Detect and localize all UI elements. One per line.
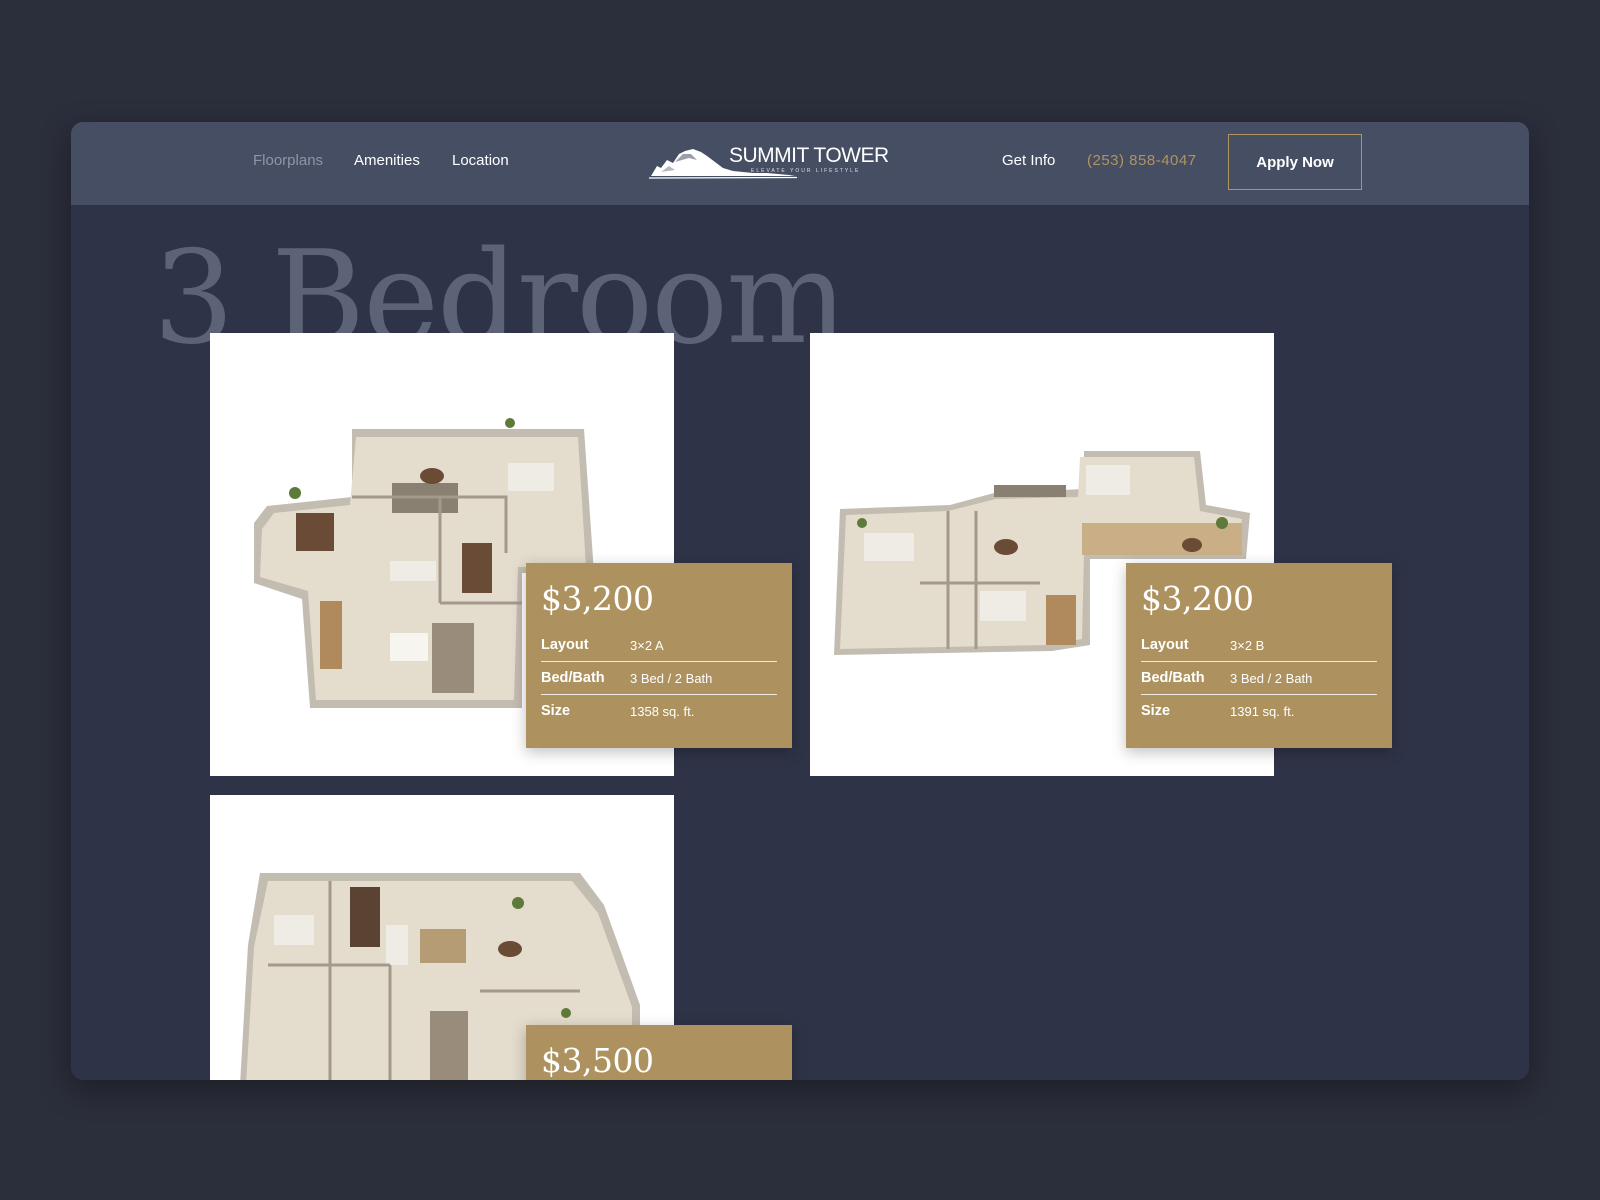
- brand-name: SUMMIT TOWER: [729, 144, 889, 167]
- size-row: Size 1358 sq. ft.: [541, 694, 777, 727]
- price: $3,500: [541, 1041, 654, 1080]
- size-row: Size 1391 sq. ft.: [1141, 694, 1377, 727]
- size-value: 1391 sq. ft.: [1230, 703, 1295, 719]
- size-label: Size: [1141, 703, 1171, 719]
- layout-label: Layout: [1141, 637, 1189, 653]
- bedbath-label: Bed/Bath: [1141, 670, 1205, 686]
- price: $3,200: [541, 579, 654, 618]
- browser-window: Floorplans Amenities Location SUMMIT TOW…: [71, 122, 1529, 1080]
- bedbath-row: Bed/Bath 3 Bed / 2 Bath: [1141, 661, 1377, 694]
- floorplan-card-3x2c[interactable]: $3,500: [526, 1025, 792, 1080]
- layout-value: 3×2 A: [630, 637, 664, 653]
- layout-label: Layout: [541, 637, 589, 653]
- layout-value: 3×2 B: [1230, 637, 1265, 653]
- get-info-link[interactable]: Get Info: [1002, 152, 1055, 169]
- nav-link-location[interactable]: Location: [452, 152, 509, 169]
- apply-now-button[interactable]: Apply Now: [1228, 134, 1362, 190]
- nav-link-floorplans[interactable]: Floorplans: [253, 152, 323, 169]
- bedbath-value: 3 Bed / 2 Bath: [1230, 670, 1313, 686]
- size-value: 1358 sq. ft.: [630, 703, 695, 719]
- bedbath-value: 3 Bed / 2 Bath: [630, 670, 713, 686]
- bedbath-label: Bed/Bath: [541, 670, 605, 686]
- size-label: Size: [541, 703, 571, 719]
- bedbath-row: Bed/Bath 3 Bed / 2 Bath: [541, 661, 777, 694]
- brand-logo[interactable]: SUMMIT TOWER ELEVATE YOUR LIFESTYLE: [649, 142, 889, 182]
- phone-link[interactable]: (253) 858-4047: [1087, 152, 1197, 169]
- layout-row: Layout 3×2 B: [1141, 629, 1377, 661]
- top-navbar: Floorplans Amenities Location SUMMIT TOW…: [71, 122, 1529, 205]
- floorplan-card-3x2b[interactable]: $3,200 Layout 3×2 B Bed/Bath 3 Bed / 2 B…: [1126, 563, 1392, 748]
- price: $3,200: [1141, 579, 1254, 618]
- floorplan-card-3x2a[interactable]: $3,200 Layout 3×2 A Bed/Bath 3 Bed / 2 B…: [526, 563, 792, 748]
- nav-link-amenities[interactable]: Amenities: [354, 152, 420, 169]
- layout-row: Layout 3×2 A: [541, 629, 777, 661]
- brand-tagline: ELEVATE YOUR LIFESTYLE: [751, 168, 861, 174]
